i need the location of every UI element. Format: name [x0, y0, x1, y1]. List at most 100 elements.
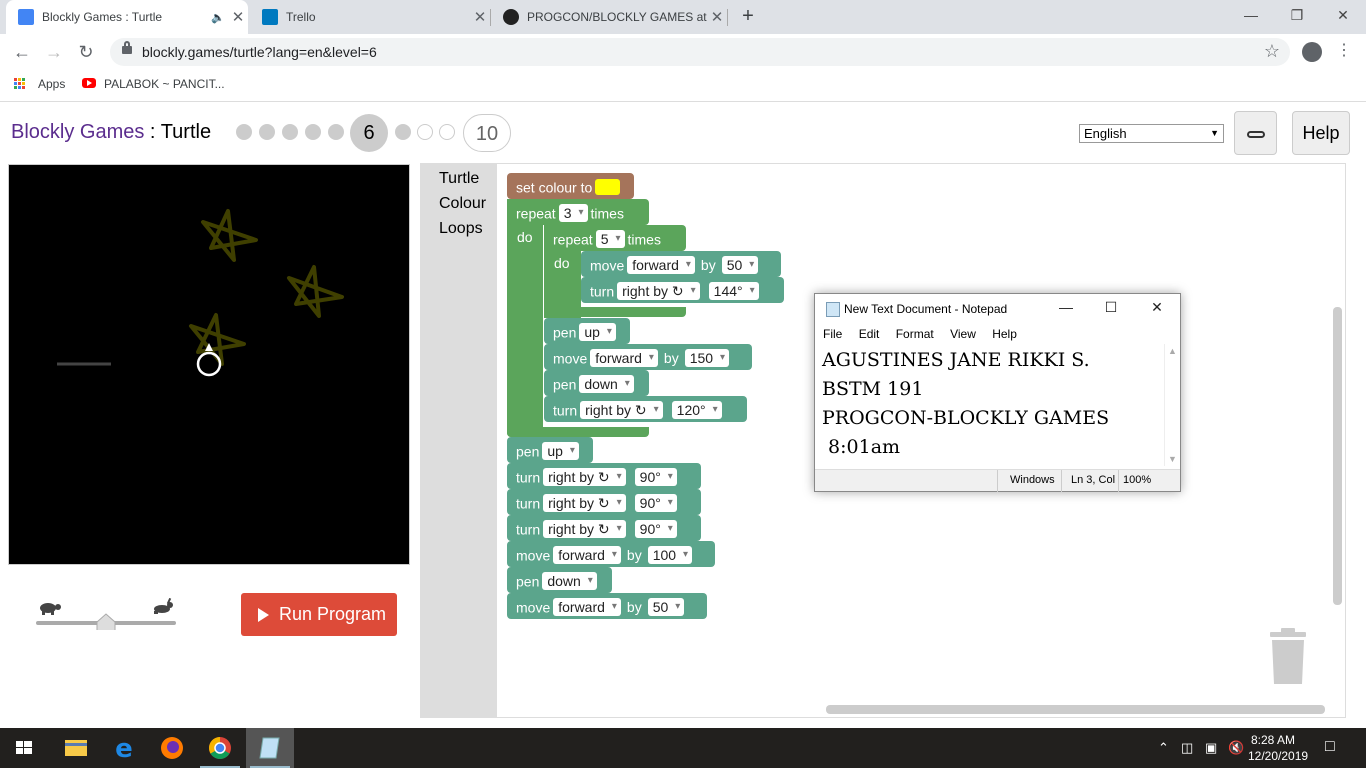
toolbox-category-loops[interactable]: Loops: [439, 220, 483, 238]
close-tab-icon[interactable]: ✕: [707, 8, 727, 26]
tab-trello[interactable]: Trello ✕: [250, 0, 490, 34]
network-icon[interactable]: ▣: [1205, 740, 1217, 756]
file-explorer-button[interactable]: [52, 728, 100, 768]
pen-block[interactable]: pen down: [544, 370, 649, 396]
turn-block[interactable]: turnright by ↻ 90°: [507, 489, 701, 515]
workspace-horizontal-scrollbar[interactable]: [826, 705, 1325, 714]
workspace-vertical-scrollbar[interactable]: [1333, 307, 1342, 605]
reload-button[interactable]: ↻: [74, 41, 98, 63]
notepad-maximize-button[interactable]: ☐: [1101, 299, 1121, 316]
run-program-button[interactable]: Run Program: [241, 593, 397, 636]
menu-view[interactable]: View: [950, 327, 976, 341]
new-tab-button[interactable]: +: [737, 5, 759, 29]
tab-blockly-turtle[interactable]: Blockly Games : Turtle 🔈 ✕: [6, 0, 248, 34]
turn-block[interactable]: turnright by ↻ 120°: [544, 396, 747, 422]
pen-block[interactable]: pen up: [507, 437, 593, 463]
level-10-button[interactable]: 10: [463, 114, 511, 152]
turn-block[interactable]: turnright by ↻ 144°: [581, 277, 784, 303]
start-button[interactable]: [0, 728, 48, 768]
action-center-icon[interactable]: □: [1325, 738, 1335, 756]
firefox-button[interactable]: [148, 728, 196, 768]
turn-block[interactable]: turnright by ↻ 90°: [507, 463, 701, 489]
apps-grid-icon[interactable]: [14, 78, 26, 90]
notepad-taskbar-button[interactable]: [246, 728, 294, 768]
direction-dropdown[interactable]: forward: [553, 546, 621, 565]
angle-dropdown[interactable]: 144°: [708, 282, 759, 301]
angle-dropdown[interactable]: 90°: [634, 468, 677, 487]
notepad-vertical-scrollbar[interactable]: ▲ ▼: [1164, 344, 1180, 466]
angle-dropdown[interactable]: 90°: [634, 520, 677, 539]
scroll-up-icon[interactable]: ▲: [1168, 346, 1177, 356]
bookmark-palabok[interactable]: PALABOK ~ PANCIT...: [104, 77, 225, 91]
repeat-5-block[interactable]: repeat5times: [544, 225, 686, 251]
close-tab-icon[interactable]: ✕: [228, 8, 248, 26]
menu-format[interactable]: Format: [896, 327, 934, 341]
notepad-text-area[interactable]: AGUSTINES JANE RIKKI S. BSTM 191 PROGCON-B…: [822, 346, 1168, 462]
notepad-minimize-button[interactable]: —: [1056, 299, 1076, 315]
move-block[interactable]: moveforward by 50: [581, 251, 781, 277]
menu-help[interactable]: Help: [992, 327, 1017, 341]
distance-dropdown[interactable]: 150: [684, 349, 730, 368]
speaker-icon[interactable]: 🔈: [208, 11, 228, 24]
pen-state-dropdown[interactable]: down: [542, 572, 597, 591]
distance-dropdown[interactable]: 100: [647, 546, 693, 565]
notification-badge-icon[interactable]: ◫: [1181, 740, 1193, 756]
turn-direction-dropdown[interactable]: right by ↻: [543, 520, 626, 539]
toolbox-category-turtle[interactable]: Turtle: [439, 170, 479, 188]
forward-button[interactable]: →: [42, 41, 66, 63]
restore-window-button[interactable]: ❐: [1274, 0, 1320, 30]
notepad-close-button[interactable]: ✕: [1147, 299, 1167, 316]
direction-dropdown[interactable]: forward: [590, 349, 658, 368]
level-9-dot[interactable]: [439, 124, 455, 140]
minimize-window-button[interactable]: —: [1228, 0, 1274, 30]
set-colour-block[interactable]: set colour to: [507, 173, 634, 199]
notepad-window[interactable]: New Text Document - Notepad — ☐ ✕ File E…: [814, 293, 1181, 492]
turn-block[interactable]: turnright by ↻ 90°: [507, 515, 701, 541]
toolbox-category-colour[interactable]: Colour: [439, 195, 486, 213]
move-block[interactable]: moveforward by 150: [544, 344, 752, 370]
show-hidden-icons[interactable]: ⌃: [1158, 740, 1169, 756]
level-1-dot[interactable]: [236, 124, 252, 140]
volume-muted-icon[interactable]: 🔇: [1228, 740, 1244, 756]
bookmark-star-icon[interactable]: ☆: [1264, 41, 1280, 62]
pen-block[interactable]: pen up: [544, 318, 630, 344]
pen-state-dropdown[interactable]: up: [579, 323, 616, 342]
move-block[interactable]: moveforward by 50: [507, 593, 707, 619]
edge-button[interactable]: e: [100, 728, 148, 768]
level-7-dot[interactable]: [395, 124, 411, 140]
level-2-dot[interactable]: [259, 124, 275, 140]
link-button[interactable]: [1234, 111, 1277, 155]
trash-can-icon[interactable]: [1266, 628, 1310, 686]
distance-dropdown[interactable]: 50: [647, 598, 685, 617]
turn-direction-dropdown[interactable]: right by ↻: [617, 282, 700, 301]
level-5-dot[interactable]: [328, 124, 344, 140]
brand-link[interactable]: Blockly Games: [11, 121, 144, 143]
angle-dropdown[interactable]: 90°: [634, 494, 677, 513]
level-8-dot[interactable]: [417, 124, 433, 140]
profile-avatar-icon[interactable]: [1302, 42, 1322, 62]
turn-direction-dropdown[interactable]: right by ↻: [580, 401, 663, 420]
chrome-button[interactable]: [196, 728, 244, 768]
address-bar[interactable]: blockly.games/turtle?lang=en&level=6 ☆: [110, 38, 1290, 66]
level-4-dot[interactable]: [305, 124, 321, 140]
tab-github[interactable]: PROGCON/BLOCKLY GAMES at m ✕: [491, 0, 727, 34]
colour-swatch[interactable]: [595, 179, 621, 196]
level-3-dot[interactable]: [282, 124, 298, 140]
direction-dropdown[interactable]: forward: [627, 256, 695, 275]
repeat-count-dropdown[interactable]: 3: [558, 204, 588, 223]
taskbar-clock[interactable]: 8:28 AM 12/20/2019: [1248, 732, 1308, 764]
pen-state-dropdown[interactable]: up: [542, 442, 579, 461]
scroll-down-icon[interactable]: ▼: [1168, 454, 1177, 464]
distance-dropdown[interactable]: 50: [721, 256, 759, 275]
menu-edit[interactable]: Edit: [859, 327, 880, 341]
close-tab-icon[interactable]: ✕: [470, 8, 490, 26]
help-button[interactable]: Help: [1292, 111, 1350, 155]
menu-file[interactable]: File: [823, 327, 842, 341]
direction-dropdown[interactable]: forward: [553, 598, 621, 617]
turn-direction-dropdown[interactable]: right by ↻: [543, 468, 626, 487]
pen-state-dropdown[interactable]: down: [579, 375, 634, 394]
angle-dropdown[interactable]: 120°: [671, 401, 722, 420]
back-button[interactable]: ←: [10, 41, 34, 63]
move-block[interactable]: moveforward by 100: [507, 541, 715, 567]
slider-handle[interactable]: [96, 613, 116, 632]
